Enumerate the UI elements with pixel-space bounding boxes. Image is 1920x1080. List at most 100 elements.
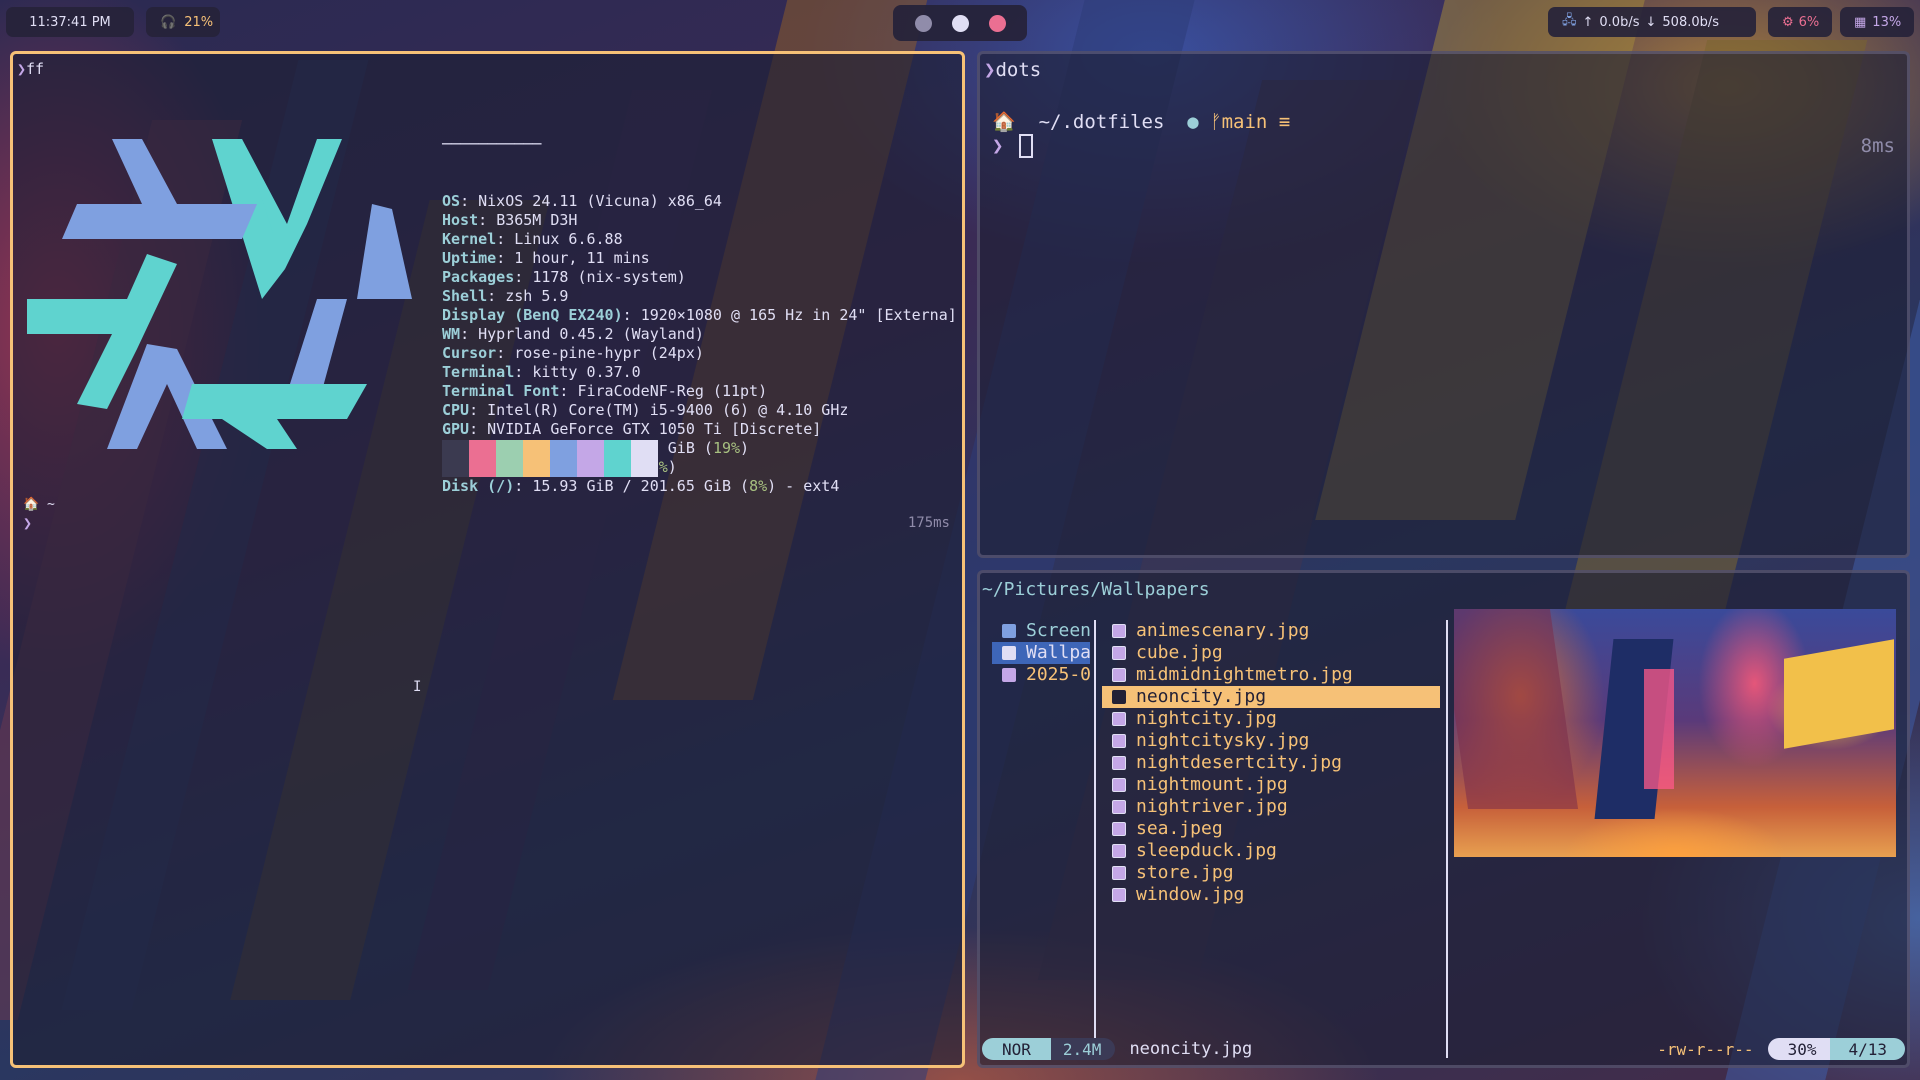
file-list-item[interactable]: sleepduck.jpg xyxy=(1102,840,1440,862)
file-name: sleepduck.jpg xyxy=(1136,840,1277,861)
parent-dir-item[interactable]: 2025-0 xyxy=(992,664,1091,686)
fetch-line: Display (BenQ EX240): 1920×1080 @ 165 Hz… xyxy=(442,306,957,325)
color-palette xyxy=(442,440,658,477)
file-permissions: -rw-r--r-- xyxy=(1657,1039,1754,1059)
fetch-value: B365M D3H xyxy=(496,211,578,229)
fetch-value: ) xyxy=(740,439,750,457)
status-filename: neoncity.jpg xyxy=(1129,1039,1253,1059)
fetch-colon: : xyxy=(496,230,515,248)
fetch-line: Terminal: kitty 0.37.0 xyxy=(442,363,957,382)
fetch-value: ) - ext4 xyxy=(767,477,840,495)
column-divider xyxy=(1094,620,1096,1058)
network-widget[interactable]: 🖧 ↑ 0.0b/s ↓ 508.0b/s xyxy=(1548,7,1756,37)
fetch-value: NVIDIA GeForce GTX 1050 Ti [Discrete] xyxy=(487,420,822,438)
fetch-label: OS xyxy=(442,192,461,210)
fetch-value: rose-pine-hypr (24px) xyxy=(514,344,704,362)
memory-widget[interactable]: ▦ 13% xyxy=(1840,7,1914,37)
fetch-value: NixOS 24.11 (Vicuna) x86_64 xyxy=(478,192,722,210)
net-down: 508.0b/s xyxy=(1662,14,1720,30)
file-list-item[interactable]: cube.jpg xyxy=(1102,642,1440,664)
file-name: nightmount.jpg xyxy=(1136,774,1288,795)
input-line[interactable]: ❯ xyxy=(992,134,1034,158)
image-file-icon xyxy=(1112,734,1126,748)
file-list-item[interactable]: nightcitysky.jpg xyxy=(1102,730,1440,752)
fetch-colon: : xyxy=(469,401,488,419)
parent-dir-item[interactable]: Screen xyxy=(992,620,1091,642)
fetch-line: OS: NixOS 24.11 (Vicuna) x86_64 xyxy=(442,192,957,211)
prompt-dir: ~ xyxy=(47,497,55,512)
mode-indicator: NOR xyxy=(982,1038,1051,1060)
image-file-icon xyxy=(1112,800,1126,814)
fetch-value: ) xyxy=(667,458,677,476)
memory-icon: ▦ xyxy=(1854,14,1867,30)
fetch-value: Hyprland 0.45.2 (Wayland) xyxy=(478,325,704,343)
workspace-dot-1[interactable] xyxy=(914,14,932,32)
fetch-colon: : xyxy=(514,268,533,286)
terminal-window-dots[interactable]: ❯dots 🏠 ~/.dotfiles ● ᚠmain ≡ ❯ 8ms xyxy=(977,51,1910,558)
file-list-item[interactable]: nightriver.jpg xyxy=(1102,796,1440,818)
audio-widget[interactable]: 🎧 21% xyxy=(146,7,220,37)
image-file-icon xyxy=(1112,778,1126,792)
file-name: store.jpg xyxy=(1136,862,1234,883)
workspace-dot-3[interactable] xyxy=(988,14,1006,32)
prompt-symbol: ❯ xyxy=(17,60,27,78)
fetch-colon: : xyxy=(559,382,578,400)
headphones-icon: 🎧 xyxy=(160,14,177,30)
file-name: cube.jpg xyxy=(1136,642,1223,663)
clock-text: 11:37:41 PM xyxy=(29,14,111,30)
file-list-item[interactable]: store.jpg xyxy=(1102,862,1440,884)
fetch-label: Terminal xyxy=(442,363,515,381)
image-file-icon xyxy=(1112,712,1126,726)
fetch-colon: : xyxy=(622,306,641,324)
fetch-line: Kernel: Linux 6.6.88 xyxy=(442,230,957,249)
terminal-window-fastfetch[interactable]: ❯ff ─────────── OS: NixOS 24.11 (Vicuna)… xyxy=(10,51,965,1068)
audio-level: 21% xyxy=(184,14,214,30)
fetch-label: GPU xyxy=(442,420,470,438)
fetch-label: Kernel xyxy=(442,230,497,248)
workspace-indicator xyxy=(893,5,1027,41)
fetch-value: Intel(R) Core(TM) i5-9400 (6) @ 4.10 GHz xyxy=(487,401,849,419)
fetch-label: Cursor xyxy=(442,344,497,362)
palette-swatch xyxy=(604,440,631,477)
image-file-icon xyxy=(1112,822,1126,836)
fetch-label: WM xyxy=(442,325,461,343)
file-manager-window[interactable]: ~/Pictures/Wallpapers Screen Wallpa 2025-0… xyxy=(977,570,1910,1068)
file-list-item[interactable]: nightcity.jpg xyxy=(1102,708,1440,730)
fetch-value: Linux 6.6.88 xyxy=(514,230,623,248)
image-file-icon xyxy=(1112,888,1126,902)
clock-widget[interactable]: 11:37:41 PM xyxy=(6,7,134,37)
prompt-dir: ~/.dotfiles xyxy=(1038,111,1165,133)
net-up: 0.0b/s xyxy=(1599,14,1640,30)
file-list-item[interactable]: neoncity.jpg xyxy=(1102,686,1440,708)
fetch-label: Host xyxy=(442,211,479,229)
file-list-item[interactable]: sea.jpeg xyxy=(1102,818,1440,840)
current-directory-column: animescenary.jpg cube.jpg midmidnightmetro… xyxy=(1102,620,1440,906)
parent-dir-item[interactable]: Wallpa xyxy=(992,642,1092,664)
palette-swatch xyxy=(550,440,577,477)
file-list-item[interactable]: window.jpg xyxy=(1102,884,1440,906)
file-list-item[interactable]: nightdesertcity.jpg xyxy=(1102,752,1440,774)
fetch-line: Host: B365M D3H xyxy=(442,211,957,230)
fetch-value: zsh 5.9 xyxy=(505,287,569,305)
prompt-symbol: ❯ xyxy=(984,59,996,81)
workspace-dot-2[interactable] xyxy=(951,14,969,32)
file-name: nightcity.jpg xyxy=(1136,708,1277,729)
file-position: 4/13 xyxy=(1830,1038,1905,1060)
parent-dir-name: Wallpa xyxy=(1026,642,1092,663)
memory-usage: 13% xyxy=(1872,14,1902,30)
file-list-item[interactable]: midmidnightmetro.jpg xyxy=(1102,664,1440,686)
palette-swatch xyxy=(631,440,658,477)
file-list-item[interactable]: nightmount.jpg xyxy=(1102,774,1440,796)
palette-swatch xyxy=(577,440,604,477)
fetch-colon: : xyxy=(460,325,479,343)
fetch-separator: ─────────── xyxy=(442,135,542,153)
fetch-colon: : xyxy=(487,287,506,305)
fetch-colon: : xyxy=(514,363,533,381)
fetch-label: Packages xyxy=(442,268,515,286)
fetch-line: Disk (/): 15.93 GiB / 201.65 GiB (8%) - … xyxy=(442,477,957,496)
fetch-label: Shell xyxy=(442,287,488,305)
file-list-item[interactable]: animescenary.jpg xyxy=(1102,620,1440,642)
fetch-colon: : xyxy=(496,344,515,362)
cpu-widget[interactable]: ⚙ 6% xyxy=(1768,7,1832,37)
palette-swatch xyxy=(523,440,550,477)
